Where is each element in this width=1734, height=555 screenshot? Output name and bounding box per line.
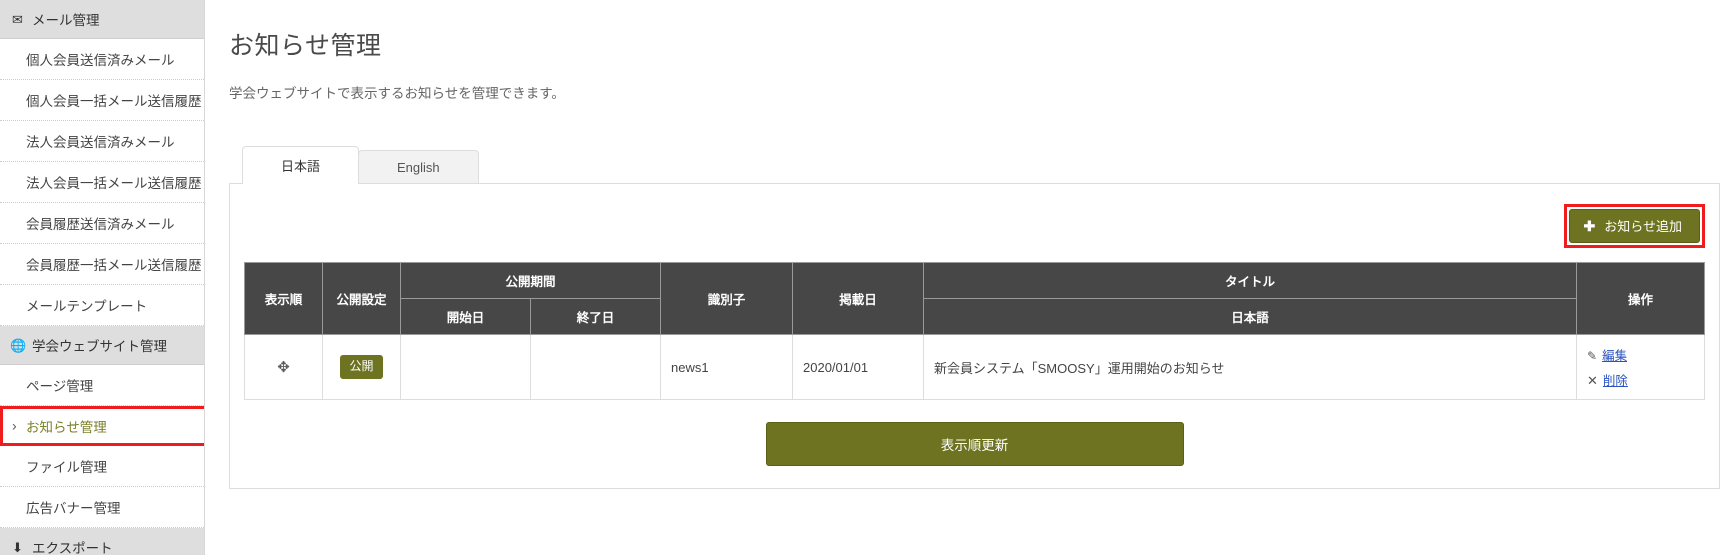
cell-title: 新会員システム「SMOOSY」運用開始のお知らせ bbox=[923, 334, 1577, 400]
add-button-highlight: ✚ お知らせ追加 bbox=[1563, 204, 1705, 248]
status-badge: 公開 bbox=[340, 355, 383, 379]
sidebar-item-personal-bulk-mail-history[interactable]: 個人会員一括メール送信履歴 bbox=[0, 80, 204, 121]
sidebar-group-label: エクスポート bbox=[32, 541, 113, 555]
highlight-edge bbox=[0, 406, 3, 446]
tab-english[interactable]: English bbox=[358, 150, 479, 183]
plus-icon: ✚ bbox=[1583, 218, 1596, 234]
delete-label: 削除 bbox=[1602, 374, 1628, 388]
news-table: 表示順 公開設定 公開期間 識別子 掲載日 タイトル 操作 開始日 終了日 日本… bbox=[244, 262, 1705, 400]
page-title: お知らせ管理 bbox=[229, 32, 382, 60]
delete-link[interactable]: ✕ 削除 bbox=[1587, 370, 1694, 389]
col-header-post-date: 掲載日 bbox=[792, 262, 925, 335]
sidebar-item-label: 法人会員一括メール送信履歴 bbox=[26, 176, 202, 191]
col-header-title-lang: 日本語 bbox=[923, 298, 1577, 335]
col-header-period-start: 開始日 bbox=[400, 298, 531, 335]
sidebar-item-mail-template[interactable]: メールテンプレート bbox=[0, 285, 204, 326]
edit-link[interactable]: ✎ 編集 bbox=[1587, 345, 1694, 364]
col-header-period-end: 終了日 bbox=[529, 298, 662, 335]
news-table-head: 表示順 公開設定 公開期間 識別子 掲載日 タイトル 操作 開始日 終了日 日本… bbox=[244, 262, 1705, 335]
sidebar-item-label: 個人会員送信済みメール bbox=[26, 53, 175, 68]
tab-label: 日本語 bbox=[281, 159, 321, 174]
sidebar-item-label: ファイル管理 bbox=[26, 460, 107, 475]
sidebar-item-label: 会員履歴一括メール送信履歴 bbox=[26, 258, 202, 273]
cell-publish-setting: 公開 bbox=[322, 334, 401, 400]
language-tabs: 日本語 English bbox=[229, 146, 1734, 184]
sidebar-group-mail: ✉ メール管理 bbox=[0, 0, 204, 39]
table-header-row-1: 表示順 公開設定 公開期間 識別子 掲載日 タイトル 操作 bbox=[244, 262, 1705, 335]
sidebar-item-ad-banner-management[interactable]: 広告バナー管理 bbox=[0, 487, 204, 528]
edit-label: 編集 bbox=[1602, 349, 1628, 363]
sidebar-group-label: 学会ウェブサイト管理 bbox=[32, 339, 167, 354]
cell-actions: ✎ 編集 ✕ 削除 bbox=[1576, 334, 1705, 400]
update-order-button[interactable]: 表示順更新 bbox=[765, 422, 1184, 466]
sidebar-item-label: 会員履歴送信済みメール bbox=[26, 217, 175, 232]
sidebar-item-label: 法人会員送信済みメール bbox=[26, 135, 175, 150]
col-header-order: 表示順 bbox=[244, 262, 323, 335]
app-root: ✉ メール管理 個人会員送信済みメール 個人会員一括メール送信履歴 法人会員送信… bbox=[0, 0, 1734, 555]
col-header-period: 公開期間 bbox=[399, 262, 662, 299]
cell-order: ✥ bbox=[244, 334, 323, 400]
news-panel: ✚ お知らせ追加 表示順 公開設定 公開期間 識別子 掲載日 タイトル 操作 開… bbox=[229, 183, 1720, 489]
col-header-title: タイトル bbox=[923, 262, 1577, 299]
col-header-identifier: 識別子 bbox=[660, 262, 794, 335]
sidebar-item-member-history-sent-mail[interactable]: 会員履歴送信済みメール bbox=[0, 203, 204, 244]
page-description: 学会ウェブサイトで表示するお知らせを管理できます。 bbox=[229, 86, 565, 101]
news-table-body: ✥ 公開 news1 2020/01/01 新会員システム「SMOOSY」運用開… bbox=[244, 334, 1705, 400]
main-content: お知らせ管理 学会ウェブサイトで表示するお知らせを管理できます。 日本語 Eng… bbox=[205, 0, 1734, 555]
sidebar-item-page-management[interactable]: ページ管理 bbox=[0, 365, 204, 406]
tab-label: English bbox=[397, 160, 440, 175]
table-row: ✥ 公開 news1 2020/01/01 新会員システム「SMOOSY」運用開… bbox=[244, 334, 1705, 400]
sidebar-item-corporate-bulk-mail-history[interactable]: 法人会員一括メール送信履歴 bbox=[0, 162, 204, 203]
cell-post-date: 2020/01/01 bbox=[792, 334, 925, 400]
sidebar-item-personal-sent-mail[interactable]: 個人会員送信済みメール bbox=[0, 39, 204, 80]
sidebar-group-label: メール管理 bbox=[32, 13, 100, 28]
add-news-button[interactable]: ✚ お知らせ追加 bbox=[1568, 209, 1700, 243]
sidebar-item-corporate-sent-mail[interactable]: 法人会員送信済みメール bbox=[0, 121, 204, 162]
sidebar-item-label: メールテンプレート bbox=[26, 299, 148, 314]
drag-handle-icon[interactable]: ✥ bbox=[277, 360, 290, 375]
sidebar-item-member-history-bulk-mail[interactable]: 会員履歴一括メール送信履歴 bbox=[0, 244, 204, 285]
sidebar-item-label: お知らせ管理 bbox=[26, 420, 107, 435]
sidebar-item-file-management[interactable]: ファイル管理 bbox=[0, 446, 204, 487]
sidebar-item-label: ページ管理 bbox=[26, 379, 94, 394]
pencil-icon: ✎ bbox=[1587, 349, 1598, 363]
cell-period-end bbox=[529, 334, 662, 400]
sidebar-item-label: 広告バナー管理 bbox=[26, 501, 121, 516]
sidebar-group-website: 🌐 学会ウェブサイト管理 bbox=[0, 326, 204, 365]
tab-japanese[interactable]: 日本語 bbox=[242, 146, 360, 184]
close-icon: ✕ bbox=[1587, 373, 1598, 388]
sidebar-item-news-management[interactable]: お知らせ管理 bbox=[0, 406, 204, 446]
cell-period-start bbox=[400, 334, 531, 400]
sidebar-group-export: ⬇ エクスポート bbox=[0, 528, 204, 555]
download-icon: ⬇ bbox=[12, 539, 23, 555]
mail-icon: ✉ bbox=[12, 11, 23, 27]
sidebar: ✉ メール管理 個人会員送信済みメール 個人会員一括メール送信履歴 法人会員送信… bbox=[0, 0, 205, 555]
panel-toolbar: ✚ お知らせ追加 bbox=[244, 202, 1705, 262]
col-header-publish-setting: 公開設定 bbox=[322, 262, 401, 335]
update-order-wrap: 表示順更新 bbox=[244, 400, 1705, 466]
add-news-label: お知らせ追加 bbox=[1604, 218, 1682, 234]
sidebar-item-label: 個人会員一括メール送信履歴 bbox=[26, 94, 202, 109]
col-header-actions: 操作 bbox=[1576, 262, 1705, 335]
globe-icon: 🌐 bbox=[10, 337, 27, 353]
table-header-row-2: 開始日 終了日 日本語 bbox=[245, 298, 1705, 335]
cell-identifier: news1 bbox=[660, 334, 794, 400]
